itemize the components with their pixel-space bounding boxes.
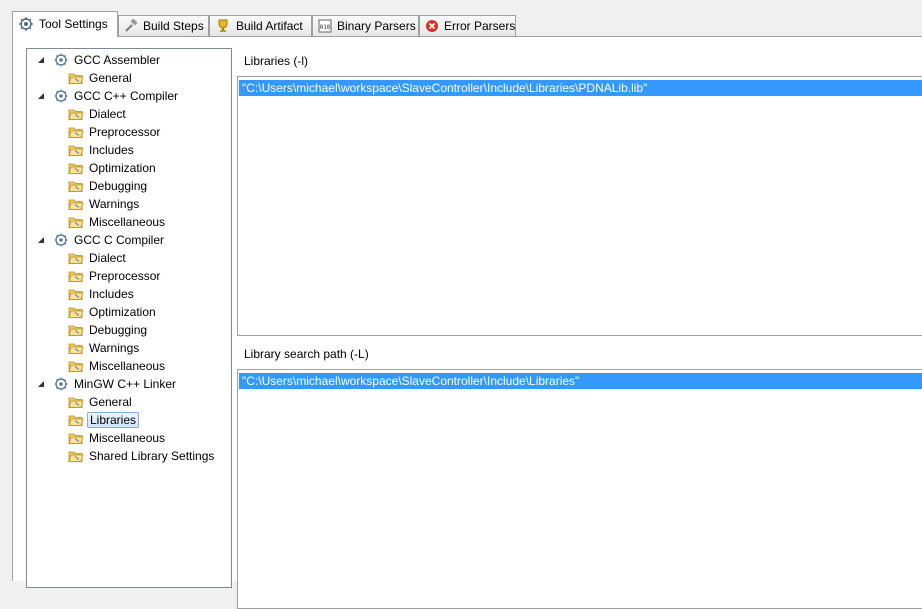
tree-item[interactable]: Warnings (68, 339, 141, 357)
options-folder-icon (68, 124, 84, 140)
tree-item[interactable]: Shared Library Settings (68, 447, 216, 465)
tab-error-parsers[interactable]: Error Parsers (419, 15, 516, 36)
tree-item-label: Shared Library Settings (89, 449, 215, 463)
tree-node[interactable]: GCC C Compiler (35, 231, 166, 249)
tree-item-label: MinGW C++ Linker (74, 377, 177, 391)
tree-item-label: Includes (89, 143, 134, 157)
tree-item-label: GCC C++ Compiler (74, 89, 179, 103)
tree-item-label: GCC C Compiler (74, 233, 165, 247)
tool-icon (53, 232, 69, 248)
tree-item-label: Warnings (89, 341, 140, 355)
libraries-title: Libraries (-l) (244, 54, 309, 68)
tree-node[interactable]: GCC Assembler (35, 51, 162, 69)
tree-item[interactable]: Libraries (68, 411, 140, 429)
tree-item[interactable]: Preprocessor (68, 267, 162, 285)
tree-item[interactable]: Warnings (68, 195, 141, 213)
options-folder-icon (68, 196, 84, 212)
gear-icon (18, 16, 34, 32)
options-folder-icon (68, 160, 84, 176)
tool-icon (53, 88, 69, 104)
options-folder-icon (68, 322, 84, 338)
options-folder-icon (68, 412, 84, 428)
tree-item-label: Debugging (89, 323, 148, 337)
libraries-list[interactable]: "C:\Users\michael\workspace\SlaveControl… (237, 76, 922, 336)
options-folder-icon (68, 394, 84, 410)
options-folder-icon (68, 430, 84, 446)
list-item[interactable]: "C:\Users\michael\workspace\SlaveControl… (239, 80, 922, 96)
hammer-icon (124, 18, 138, 34)
tree-item[interactable]: Optimization (68, 159, 158, 177)
tree-item-label: GCC Assembler (74, 53, 161, 67)
tree-item[interactable]: Miscellaneous (68, 357, 167, 375)
tree-item-label: Dialect (89, 107, 126, 121)
tab-build-artifact[interactable]: Build Artifact (209, 15, 312, 36)
options-folder-icon (68, 340, 84, 356)
tree-item-label: Miscellaneous (89, 431, 166, 445)
tab-bar: Tool Settings Build Steps Build Artifact… (0, 0, 922, 38)
tree-node[interactable]: GCC C++ Compiler (35, 87, 180, 105)
svg-text:010: 010 (320, 24, 331, 31)
options-folder-icon (68, 250, 84, 266)
tree-item[interactable]: Includes (68, 285, 136, 303)
tree-item-label: Miscellaneous (89, 359, 166, 373)
tree-item[interactable]: General (68, 393, 134, 411)
options-folder-icon (68, 214, 84, 230)
tree-item-label: Preprocessor (89, 269, 161, 283)
options-folder-icon (68, 268, 84, 284)
tree-item-label: Optimization (89, 161, 156, 175)
error-icon (425, 18, 439, 34)
tool-icon (53, 52, 69, 68)
trophy-icon (215, 18, 231, 34)
tree-item-label: Dialect (89, 251, 126, 265)
list-item[interactable]: "C:\Users\michael\workspace\SlaveControl… (239, 373, 922, 389)
tab-label: Binary Parsers (337, 19, 416, 33)
tab-label: Tool Settings (39, 16, 108, 31)
tree-item[interactable]: Miscellaneous (68, 213, 167, 231)
tree-item[interactable]: General (68, 69, 134, 87)
tree-item[interactable]: Dialect (68, 249, 128, 267)
collapse-arrow-icon[interactable] (35, 234, 47, 246)
options-folder-icon (68, 304, 84, 320)
tree-item-label: Warnings (89, 197, 140, 211)
tool-tree[interactable]: GCC Assembler General GCC C++ Compiler Dial… (26, 48, 232, 588)
tree-item[interactable]: Includes (68, 141, 136, 159)
tree-item-label: Preprocessor (89, 125, 161, 139)
options-folder-icon (68, 106, 84, 122)
tab-label: Build Steps (143, 19, 204, 33)
tool-icon (53, 376, 69, 392)
collapse-arrow-icon[interactable] (35, 54, 47, 66)
binary-icon: 010 (318, 18, 332, 34)
tree-item-label: Miscellaneous (89, 215, 166, 229)
tree-item-label: Debugging (89, 179, 148, 193)
tree-item[interactable]: Preprocessor (68, 123, 162, 141)
options-folder-icon (68, 70, 84, 86)
options-folder-icon (68, 142, 84, 158)
tree-item-label: Includes (89, 287, 134, 301)
tab-tool-settings[interactable]: Tool Settings (12, 11, 118, 37)
options-folder-icon (68, 358, 84, 374)
library-search-path-list[interactable]: "C:\Users\michael\workspace\SlaveControl… (237, 369, 922, 609)
tree-item-label: Libraries (87, 412, 140, 428)
options-folder-icon (68, 286, 84, 302)
tree-item[interactable]: Debugging (68, 177, 149, 195)
tab-label: Error Parsers (444, 19, 516, 33)
options-folder-icon (68, 448, 84, 464)
collapse-arrow-icon[interactable] (35, 90, 47, 102)
options-folder-icon (68, 178, 84, 194)
tab-label: Build Artifact (236, 19, 303, 33)
tree-node[interactable]: MinGW C++ Linker (35, 375, 178, 393)
tree-item-label: General (89, 71, 132, 85)
tree-item[interactable]: Miscellaneous (68, 429, 167, 447)
tree-item-label: Optimization (89, 305, 156, 319)
tree-item-label: General (89, 395, 132, 409)
tree-item[interactable]: Dialect (68, 105, 128, 123)
tab-binary-parsers[interactable]: 010 Binary Parsers (312, 15, 419, 36)
library-search-path-title: Library search path (-L) (244, 347, 369, 361)
tree-item[interactable]: Optimization (68, 303, 158, 321)
tab-build-steps[interactable]: Build Steps (118, 15, 209, 36)
tree-item[interactable]: Debugging (68, 321, 149, 339)
collapse-arrow-icon[interactable] (35, 378, 47, 390)
